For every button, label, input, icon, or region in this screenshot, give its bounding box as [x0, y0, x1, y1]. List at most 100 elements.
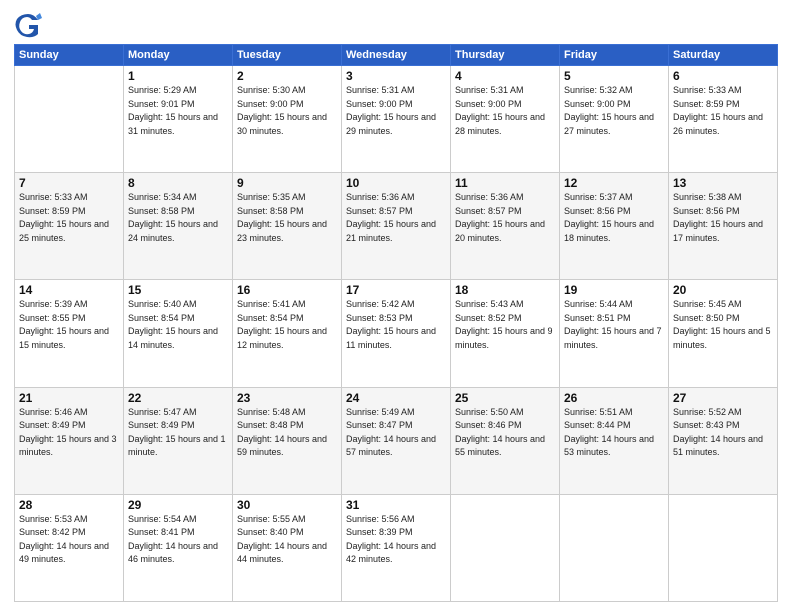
day-info: Sunrise: 5:50 AMSunset: 8:46 PMDaylight:… [455, 406, 555, 460]
calendar-cell: 19Sunrise: 5:44 AMSunset: 8:51 PMDayligh… [560, 280, 669, 387]
calendar-week-row: 21Sunrise: 5:46 AMSunset: 8:49 PMDayligh… [15, 387, 778, 494]
day-info: Sunrise: 5:55 AMSunset: 8:40 PMDaylight:… [237, 513, 337, 567]
calendar-cell: 26Sunrise: 5:51 AMSunset: 8:44 PMDayligh… [560, 387, 669, 494]
day-info: Sunrise: 5:39 AMSunset: 8:55 PMDaylight:… [19, 298, 119, 352]
day-number: 16 [237, 283, 337, 297]
day-info: Sunrise: 5:47 AMSunset: 8:49 PMDaylight:… [128, 406, 228, 460]
day-info: Sunrise: 5:31 AMSunset: 9:00 PMDaylight:… [346, 84, 446, 138]
weekday-header: Thursday [451, 45, 560, 66]
calendar-cell: 8Sunrise: 5:34 AMSunset: 8:58 PMDaylight… [124, 173, 233, 280]
calendar-week-row: 1Sunrise: 5:29 AMSunset: 9:01 PMDaylight… [15, 66, 778, 173]
day-info: Sunrise: 5:37 AMSunset: 8:56 PMDaylight:… [564, 191, 664, 245]
day-info: Sunrise: 5:46 AMSunset: 8:49 PMDaylight:… [19, 406, 119, 460]
calendar-cell: 11Sunrise: 5:36 AMSunset: 8:57 PMDayligh… [451, 173, 560, 280]
calendar-cell: 14Sunrise: 5:39 AMSunset: 8:55 PMDayligh… [15, 280, 124, 387]
day-number: 28 [19, 498, 119, 512]
day-info: Sunrise: 5:52 AMSunset: 8:43 PMDaylight:… [673, 406, 773, 460]
day-number: 23 [237, 391, 337, 405]
day-number: 25 [455, 391, 555, 405]
calendar-cell: 22Sunrise: 5:47 AMSunset: 8:49 PMDayligh… [124, 387, 233, 494]
calendar-cell [669, 494, 778, 601]
day-info: Sunrise: 5:48 AMSunset: 8:48 PMDaylight:… [237, 406, 337, 460]
calendar-week-row: 14Sunrise: 5:39 AMSunset: 8:55 PMDayligh… [15, 280, 778, 387]
day-number: 21 [19, 391, 119, 405]
calendar-cell: 6Sunrise: 5:33 AMSunset: 8:59 PMDaylight… [669, 66, 778, 173]
day-info: Sunrise: 5:53 AMSunset: 8:42 PMDaylight:… [19, 513, 119, 567]
calendar-cell: 5Sunrise: 5:32 AMSunset: 9:00 PMDaylight… [560, 66, 669, 173]
weekday-header: Saturday [669, 45, 778, 66]
day-number: 24 [346, 391, 446, 405]
day-info: Sunrise: 5:41 AMSunset: 8:54 PMDaylight:… [237, 298, 337, 352]
day-number: 29 [128, 498, 228, 512]
weekday-header: Wednesday [342, 45, 451, 66]
day-number: 14 [19, 283, 119, 297]
day-info: Sunrise: 5:33 AMSunset: 8:59 PMDaylight:… [673, 84, 773, 138]
day-number: 17 [346, 283, 446, 297]
day-number: 15 [128, 283, 228, 297]
calendar-cell: 31Sunrise: 5:56 AMSunset: 8:39 PMDayligh… [342, 494, 451, 601]
day-number: 10 [346, 176, 446, 190]
weekday-header: Monday [124, 45, 233, 66]
day-info: Sunrise: 5:54 AMSunset: 8:41 PMDaylight:… [128, 513, 228, 567]
calendar-cell [451, 494, 560, 601]
day-number: 9 [237, 176, 337, 190]
day-number: 31 [346, 498, 446, 512]
day-number: 18 [455, 283, 555, 297]
day-info: Sunrise: 5:42 AMSunset: 8:53 PMDaylight:… [346, 298, 446, 352]
day-number: 5 [564, 69, 664, 83]
header [14, 10, 778, 38]
day-number: 2 [237, 69, 337, 83]
day-info: Sunrise: 5:56 AMSunset: 8:39 PMDaylight:… [346, 513, 446, 567]
day-info: Sunrise: 5:49 AMSunset: 8:47 PMDaylight:… [346, 406, 446, 460]
day-info: Sunrise: 5:35 AMSunset: 8:58 PMDaylight:… [237, 191, 337, 245]
logo-icon [14, 10, 42, 38]
calendar-table: SundayMondayTuesdayWednesdayThursdayFrid… [14, 44, 778, 602]
day-number: 1 [128, 69, 228, 83]
day-info: Sunrise: 5:38 AMSunset: 8:56 PMDaylight:… [673, 191, 773, 245]
day-number: 6 [673, 69, 773, 83]
calendar-cell: 15Sunrise: 5:40 AMSunset: 8:54 PMDayligh… [124, 280, 233, 387]
day-number: 30 [237, 498, 337, 512]
day-number: 20 [673, 283, 773, 297]
day-number: 13 [673, 176, 773, 190]
day-info: Sunrise: 5:51 AMSunset: 8:44 PMDaylight:… [564, 406, 664, 460]
calendar-cell: 2Sunrise: 5:30 AMSunset: 9:00 PMDaylight… [233, 66, 342, 173]
day-info: Sunrise: 5:30 AMSunset: 9:00 PMDaylight:… [237, 84, 337, 138]
calendar-cell: 23Sunrise: 5:48 AMSunset: 8:48 PMDayligh… [233, 387, 342, 494]
calendar-cell: 29Sunrise: 5:54 AMSunset: 8:41 PMDayligh… [124, 494, 233, 601]
day-info: Sunrise: 5:29 AMSunset: 9:01 PMDaylight:… [128, 84, 228, 138]
day-number: 26 [564, 391, 664, 405]
day-info: Sunrise: 5:44 AMSunset: 8:51 PMDaylight:… [564, 298, 664, 352]
calendar-cell: 20Sunrise: 5:45 AMSunset: 8:50 PMDayligh… [669, 280, 778, 387]
calendar-cell: 7Sunrise: 5:33 AMSunset: 8:59 PMDaylight… [15, 173, 124, 280]
calendar-cell: 27Sunrise: 5:52 AMSunset: 8:43 PMDayligh… [669, 387, 778, 494]
day-number: 3 [346, 69, 446, 83]
calendar-cell: 1Sunrise: 5:29 AMSunset: 9:01 PMDaylight… [124, 66, 233, 173]
calendar-cell: 17Sunrise: 5:42 AMSunset: 8:53 PMDayligh… [342, 280, 451, 387]
calendar-cell: 30Sunrise: 5:55 AMSunset: 8:40 PMDayligh… [233, 494, 342, 601]
calendar-cell: 12Sunrise: 5:37 AMSunset: 8:56 PMDayligh… [560, 173, 669, 280]
day-number: 22 [128, 391, 228, 405]
calendar-cell: 21Sunrise: 5:46 AMSunset: 8:49 PMDayligh… [15, 387, 124, 494]
day-info: Sunrise: 5:33 AMSunset: 8:59 PMDaylight:… [19, 191, 119, 245]
calendar-cell: 3Sunrise: 5:31 AMSunset: 9:00 PMDaylight… [342, 66, 451, 173]
day-number: 27 [673, 391, 773, 405]
calendar-cell: 4Sunrise: 5:31 AMSunset: 9:00 PMDaylight… [451, 66, 560, 173]
day-info: Sunrise: 5:45 AMSunset: 8:50 PMDaylight:… [673, 298, 773, 352]
calendar-cell: 9Sunrise: 5:35 AMSunset: 8:58 PMDaylight… [233, 173, 342, 280]
calendar-cell: 16Sunrise: 5:41 AMSunset: 8:54 PMDayligh… [233, 280, 342, 387]
day-info: Sunrise: 5:43 AMSunset: 8:52 PMDaylight:… [455, 298, 555, 352]
day-info: Sunrise: 5:34 AMSunset: 8:58 PMDaylight:… [128, 191, 228, 245]
day-number: 7 [19, 176, 119, 190]
weekday-header: Sunday [15, 45, 124, 66]
day-info: Sunrise: 5:31 AMSunset: 9:00 PMDaylight:… [455, 84, 555, 138]
calendar-cell: 25Sunrise: 5:50 AMSunset: 8:46 PMDayligh… [451, 387, 560, 494]
calendar-cell [15, 66, 124, 173]
logo [14, 10, 46, 38]
calendar-cell: 10Sunrise: 5:36 AMSunset: 8:57 PMDayligh… [342, 173, 451, 280]
weekday-header-row: SundayMondayTuesdayWednesdayThursdayFrid… [15, 45, 778, 66]
page: SundayMondayTuesdayWednesdayThursdayFrid… [0, 0, 792, 612]
calendar-cell: 28Sunrise: 5:53 AMSunset: 8:42 PMDayligh… [15, 494, 124, 601]
calendar-cell [560, 494, 669, 601]
day-info: Sunrise: 5:32 AMSunset: 9:00 PMDaylight:… [564, 84, 664, 138]
